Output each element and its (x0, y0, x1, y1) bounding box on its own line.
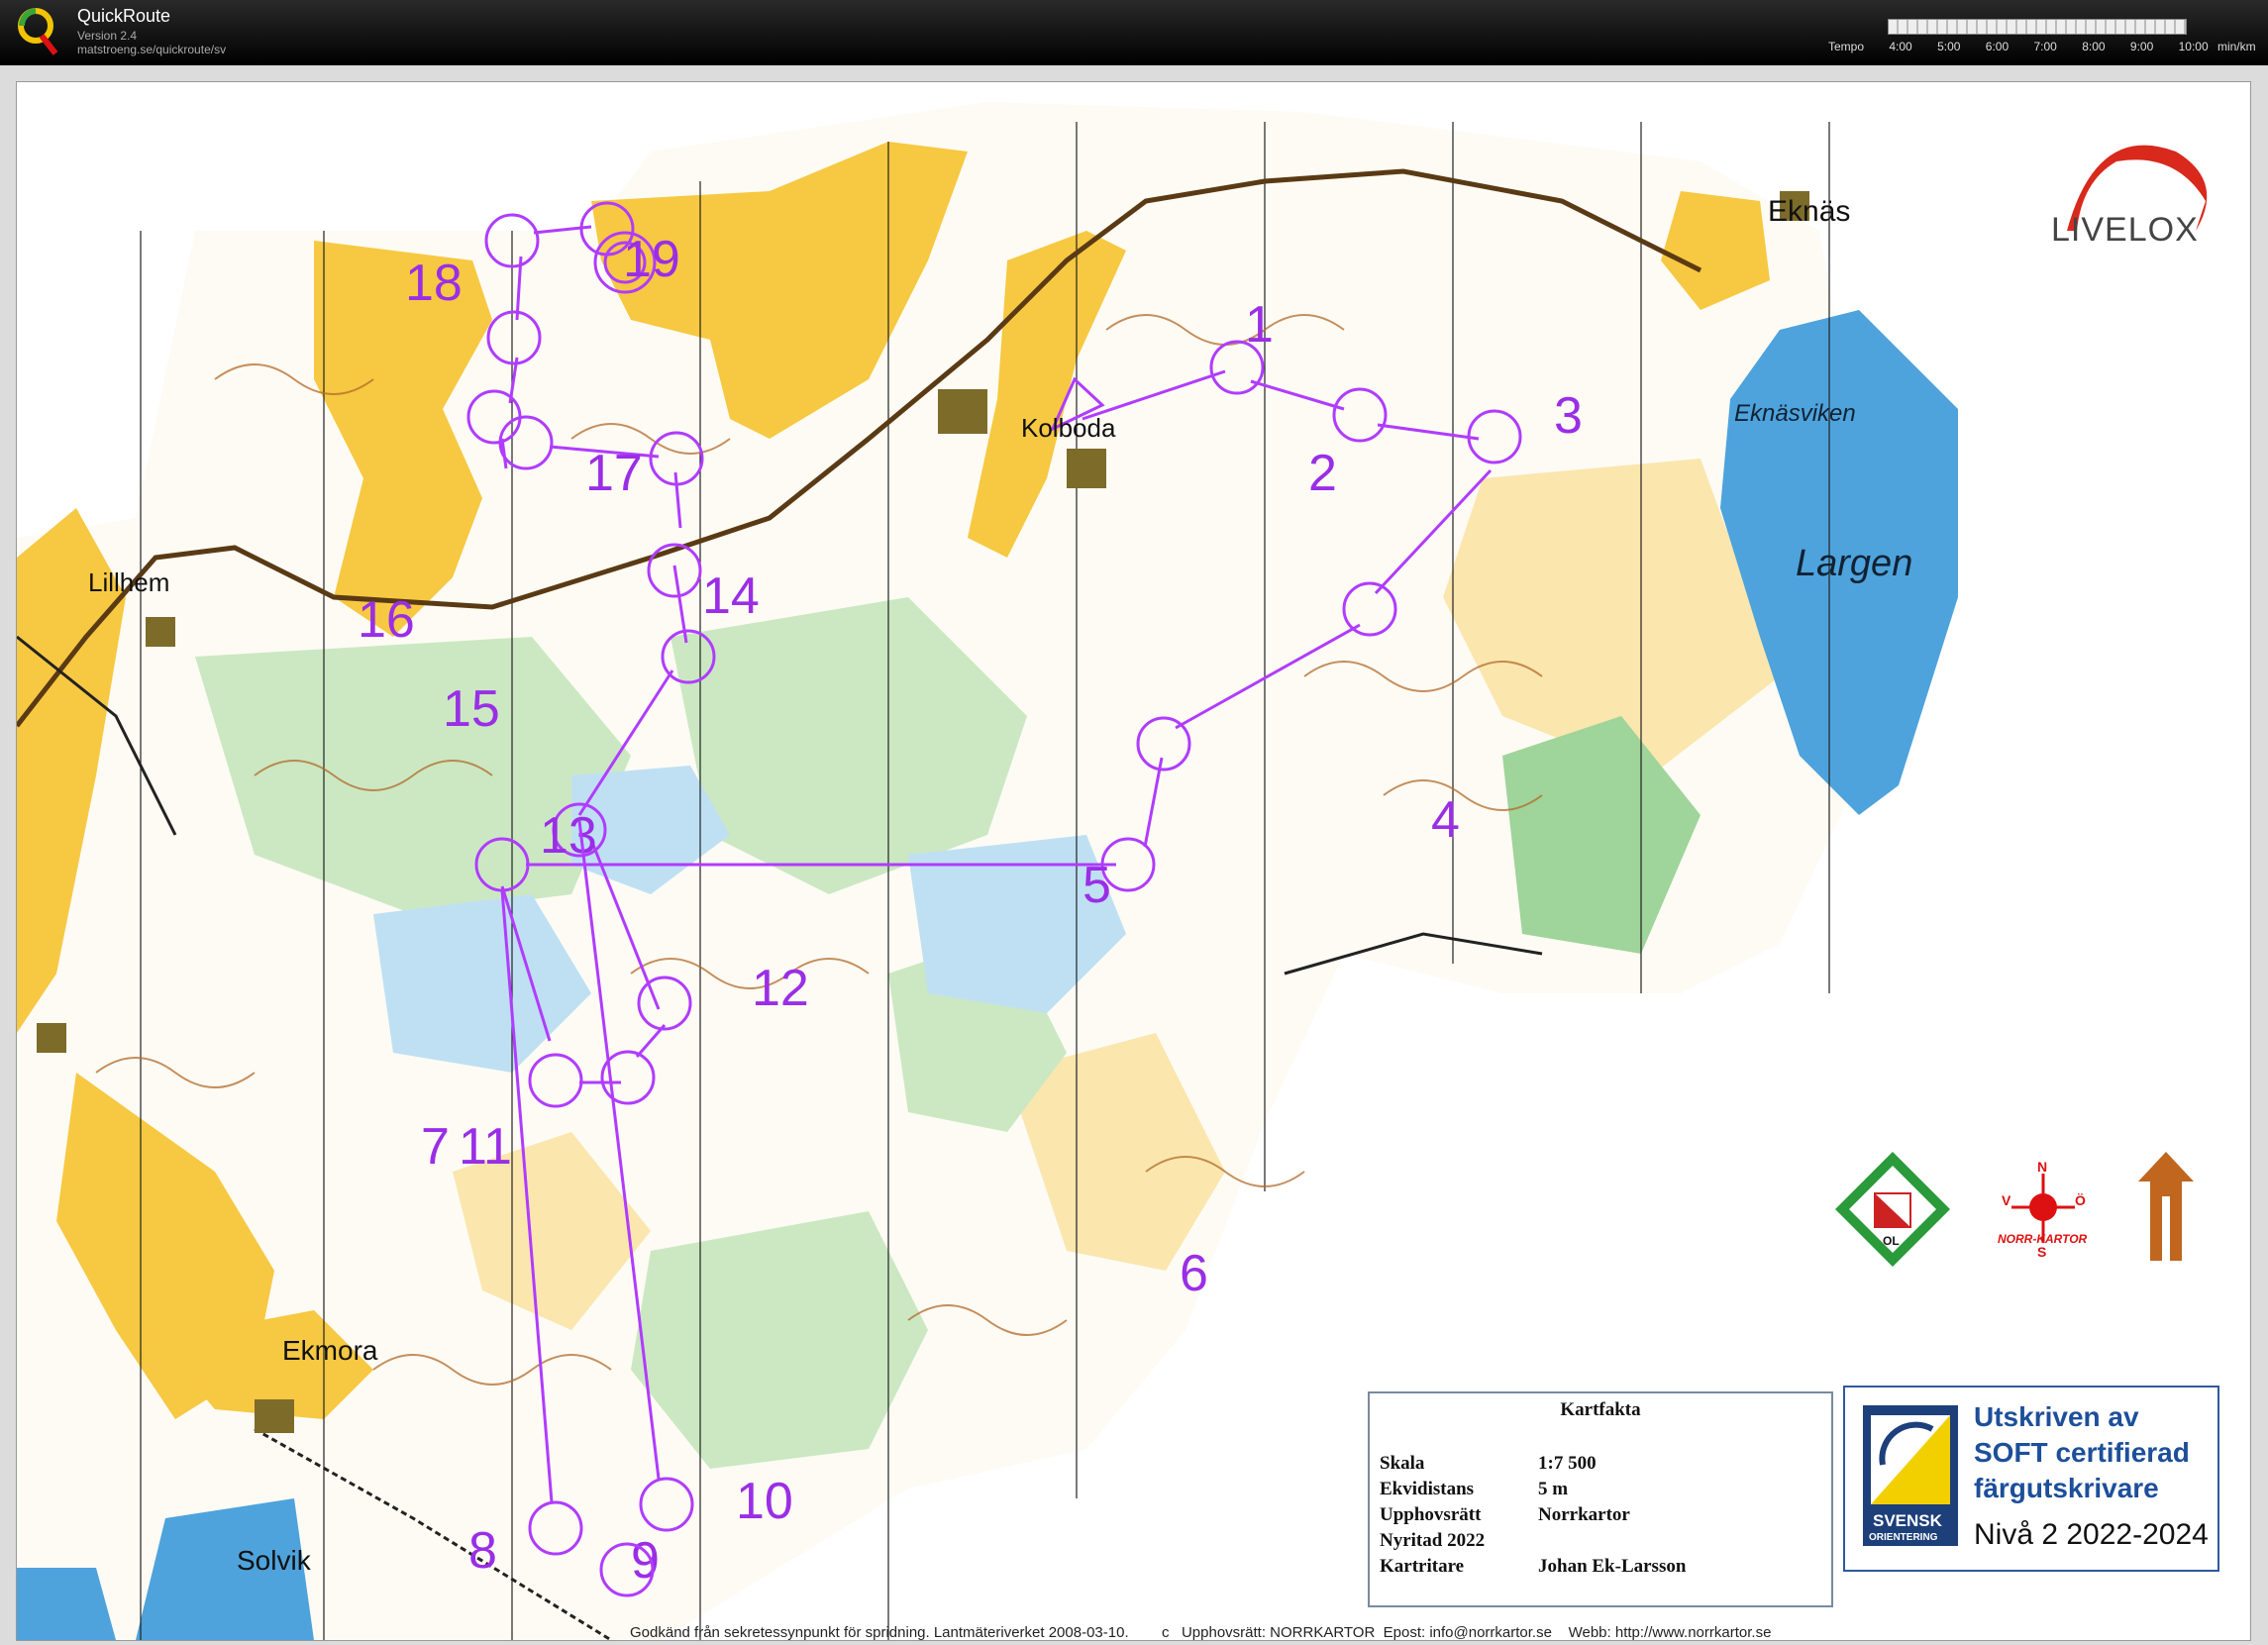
place-name: Kolboda (1021, 413, 1116, 443)
tempo-tick: 7:00 (2033, 40, 2057, 53)
control-number: 6 (1180, 1245, 1208, 1302)
tempo-color-scale (1888, 19, 2187, 35)
map-info-key: Ekvidistans (1380, 1479, 1475, 1499)
control-number: 4 (1431, 791, 1460, 849)
app-name: QuickRoute (77, 6, 171, 26)
tempo-tick: 8:00 (2082, 40, 2106, 53)
control-number: 15 (443, 680, 500, 738)
tempo-tick: 9:00 (2129, 40, 2154, 53)
control-number: 2 (1308, 445, 1337, 502)
map-info-value: 5 m (1538, 1479, 1569, 1499)
control-number: 10 (736, 1473, 793, 1530)
map-info-value: Norrkartor (1538, 1504, 1630, 1525)
app-url: matstroeng.se/quickroute/sv (77, 43, 227, 56)
app-version: Version 2.4 (77, 29, 138, 43)
place-name: Ekmora (282, 1335, 378, 1366)
tempo-tick: 10:00 (2178, 40, 2209, 53)
tempo-label: Tempo (1828, 40, 1865, 53)
place-name: Lillhem (88, 567, 169, 597)
svg-text:Ö: Ö (2075, 1192, 2086, 1208)
soft-text-line: färgutskrivare (1974, 1473, 2159, 1503)
map-info-value: 1:7 500 (1538, 1453, 1597, 1474)
map-info-box: Kartfakta Skala 1:7 500 Ekvidistans 5 m … (1368, 1391, 1833, 1607)
control-number: 14 (702, 567, 760, 625)
map-info-key: Kartritare (1380, 1556, 1465, 1577)
vol-logo-text: OL (1883, 1234, 1900, 1248)
map-info-title: Kartfakta (1560, 1399, 1641, 1420)
control-number: 12 (752, 960, 809, 1017)
control-number: 16 (358, 591, 415, 649)
map-info-key: Nyritad 2022 (1380, 1530, 1486, 1551)
control-number: 3 (1554, 387, 1583, 445)
control-number: 13 (540, 807, 597, 865)
map-info-key: Upphovsrätt (1380, 1504, 1482, 1525)
map-footer: Godkänd från sekretessynpunkt för spridn… (630, 1624, 1772, 1641)
control-number: 9 (631, 1532, 660, 1590)
soft-logo-text: ORIENTERING (1869, 1532, 1938, 1543)
tempo-tick: 4:00 (1889, 40, 1912, 53)
place-name: Eknäsviken (1734, 400, 1856, 427)
svg-text:V: V (2002, 1192, 2011, 1208)
tempo-tick: 6:00 (1985, 40, 2010, 53)
control-number: 7 (421, 1118, 450, 1176)
tempo-tick: 5:00 (1937, 40, 1961, 53)
place-name: Largen (1796, 543, 1912, 584)
control-number: 11 (459, 1118, 512, 1176)
svg-text:S: S (2037, 1244, 2046, 1260)
orienteering-map[interactable]: 1 2 3 4 5 6 7 8 9 10 11 12 13 14 15 16 1… (16, 81, 2251, 1641)
map-info-key: Skala (1380, 1453, 1425, 1474)
place-name: Solvik (237, 1545, 312, 1576)
control-number: 5 (1082, 857, 1111, 914)
control-number: 18 (405, 255, 463, 312)
control-number: 8 (468, 1522, 497, 1580)
soft-logo-text: SVENSK (1873, 1511, 1943, 1530)
soft-text-line: SOFT certifierad (1974, 1437, 2190, 1468)
svensk-orientering-logo-icon: SVENSK ORIENTERING (1863, 1405, 1958, 1546)
livelox-logo-text: LIVELOX (2051, 211, 2199, 249)
app-header: QuickRoute Version 2.4 matstroeng.se/qui… (0, 0, 2268, 65)
soft-text-line: Nivå 2 2022-2024 (1974, 1518, 2209, 1551)
svg-text:N: N (2037, 1159, 2047, 1175)
soft-text-line: Utskriven av (1974, 1401, 2139, 1432)
tempo-unit: min/km (2216, 40, 2256, 53)
norrkartor-logo-text: NORR-KARTOR (1998, 1232, 2088, 1246)
control-number: 1 (1245, 296, 1274, 354)
place-name: Eknäs (1768, 195, 1850, 228)
control-number: 19 (623, 231, 680, 288)
tempo-legend: Tempo 4:00 5:00 6:00 7:00 8:00 9:00 10:0… (1828, 40, 2268, 53)
control-number: 17 (585, 445, 643, 502)
soft-certification-box: SVENSK ORIENTERING Utskriven av SOFT cer… (1843, 1386, 2219, 1572)
quickroute-logo-icon (18, 8, 58, 55)
map-info-value: Johan Ek-Larsson (1538, 1556, 1687, 1577)
